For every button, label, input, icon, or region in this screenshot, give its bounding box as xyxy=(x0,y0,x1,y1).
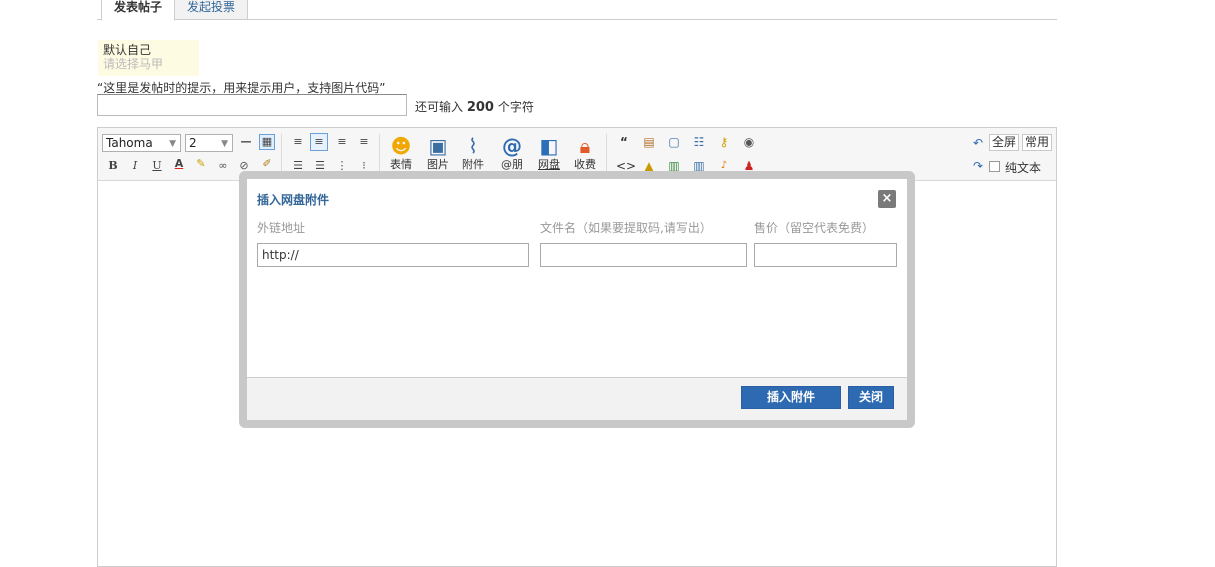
table-icon[interactable]: ▦ xyxy=(259,134,275,150)
toolbar-separator xyxy=(281,134,282,174)
paperclip-icon: ⌇ xyxy=(468,134,478,158)
price-label: 售价（留空代表免费） xyxy=(754,221,875,235)
emoji-label: 表情 xyxy=(390,158,412,171)
price-input[interactable] xyxy=(754,243,897,267)
underline-button[interactable]: U xyxy=(149,158,165,174)
fullscreen-button[interactable]: 全屏 xyxy=(989,134,1020,151)
common-button[interactable]: 常用 xyxy=(1022,134,1053,151)
smiley-icon: ☻ xyxy=(390,134,412,158)
align-left-icon[interactable]: ≡ xyxy=(290,134,306,150)
mention-button[interactable]: @ @朋 xyxy=(497,133,527,171)
lock-icon: 🔒︎ xyxy=(579,134,591,158)
toolbar-separator xyxy=(379,134,380,174)
align-right-icon[interactable]: ≡ xyxy=(334,134,350,150)
attachment-label: 附件 xyxy=(462,158,484,171)
file-name-label: 文件名（如果要提取码,请写出） xyxy=(540,221,712,235)
font-size-value: 2 xyxy=(189,136,197,150)
counter-prefix: 还可输入 xyxy=(415,100,464,114)
font-color-button[interactable]: A xyxy=(171,156,187,172)
emoji-button[interactable]: ☻ 表情 xyxy=(386,133,416,171)
counter-suffix: 个字符 xyxy=(497,100,534,114)
hide-icon[interactable]: ▢ xyxy=(666,134,682,150)
file-name-input[interactable] xyxy=(540,243,747,267)
image-button[interactable]: ▣ 图片 xyxy=(423,133,453,171)
free-icon[interactable]: ▤ xyxy=(641,134,657,150)
align-justify-icon[interactable]: ≡ xyxy=(356,134,372,150)
netdisk-button[interactable]: ◧ 网盘 xyxy=(534,133,564,171)
counter-value: 200 xyxy=(466,100,494,115)
identity-current: 默认自己 xyxy=(103,43,152,57)
password-icon[interactable]: ⚷ xyxy=(716,134,732,150)
font-family-select[interactable]: Tahoma ▼ xyxy=(102,134,181,152)
clear-format-icon[interactable]: ✐ xyxy=(259,156,275,172)
font-family-value: Tahoma xyxy=(106,136,153,150)
paid-content-label: 收费 xyxy=(574,158,596,171)
toolbar-separator xyxy=(606,134,607,174)
identity-placeholder: 请选择马甲 xyxy=(103,57,164,71)
netdisk-label: 网盘 xyxy=(538,158,560,171)
undo-icon[interactable]: ↶ xyxy=(970,135,986,151)
tab-poll[interactable]: 发起投票 xyxy=(174,0,249,20)
tab-post[interactable]: 发表帖子 xyxy=(101,0,176,21)
link-icon[interactable]: ∞ xyxy=(215,158,231,174)
horizontal-rule-icon[interactable]: — xyxy=(238,134,254,150)
close-dialog-button[interactable]: 关闭 xyxy=(848,386,894,409)
align-center-icon[interactable]: ≡ xyxy=(310,133,328,151)
chevron-down-icon: ▼ xyxy=(169,139,176,149)
char-counter: 还可输入 200 个字符 xyxy=(415,98,534,115)
close-icon[interactable]: × xyxy=(878,190,896,208)
quote-icon[interactable]: “ xyxy=(616,134,632,150)
image-icon: ▣ xyxy=(428,134,448,158)
image-label: 图片 xyxy=(427,158,449,171)
index-icon[interactable]: ☷ xyxy=(691,134,707,150)
bold-button[interactable]: B xyxy=(105,158,121,174)
italic-button[interactable]: I xyxy=(127,158,143,174)
paid-content-button[interactable]: 🔒︎ 收费 xyxy=(570,133,600,171)
link-url-label: 外链地址 xyxy=(257,221,306,235)
plain-text-checkbox[interactable] xyxy=(989,161,1000,172)
chevron-down-icon: ▼ xyxy=(221,139,228,149)
at-icon: @ xyxy=(502,134,522,158)
font-size-select[interactable]: 2 ▼ xyxy=(185,134,233,152)
insert-attachment-button[interactable]: 插入附件 xyxy=(741,386,841,409)
title-input[interactable] xyxy=(97,94,407,116)
netdisk-icon: ◧ xyxy=(539,134,559,158)
identity-selector[interactable]: 默认自己 请选择马甲 xyxy=(98,40,199,76)
highlight-icon[interactable]: ✎ xyxy=(193,156,209,172)
attachment-button[interactable]: ⌇ 附件 xyxy=(458,133,488,171)
dialog-title: 插入网盘附件 xyxy=(257,193,330,207)
link-url-input[interactable]: http:// xyxy=(257,243,529,267)
plain-text-label: 纯文本 xyxy=(1005,161,1042,175)
mention-label: @朋 xyxy=(501,158,523,171)
redo-icon[interactable]: ↷ xyxy=(970,158,986,174)
media-icon[interactable]: ◉ xyxy=(741,134,757,150)
